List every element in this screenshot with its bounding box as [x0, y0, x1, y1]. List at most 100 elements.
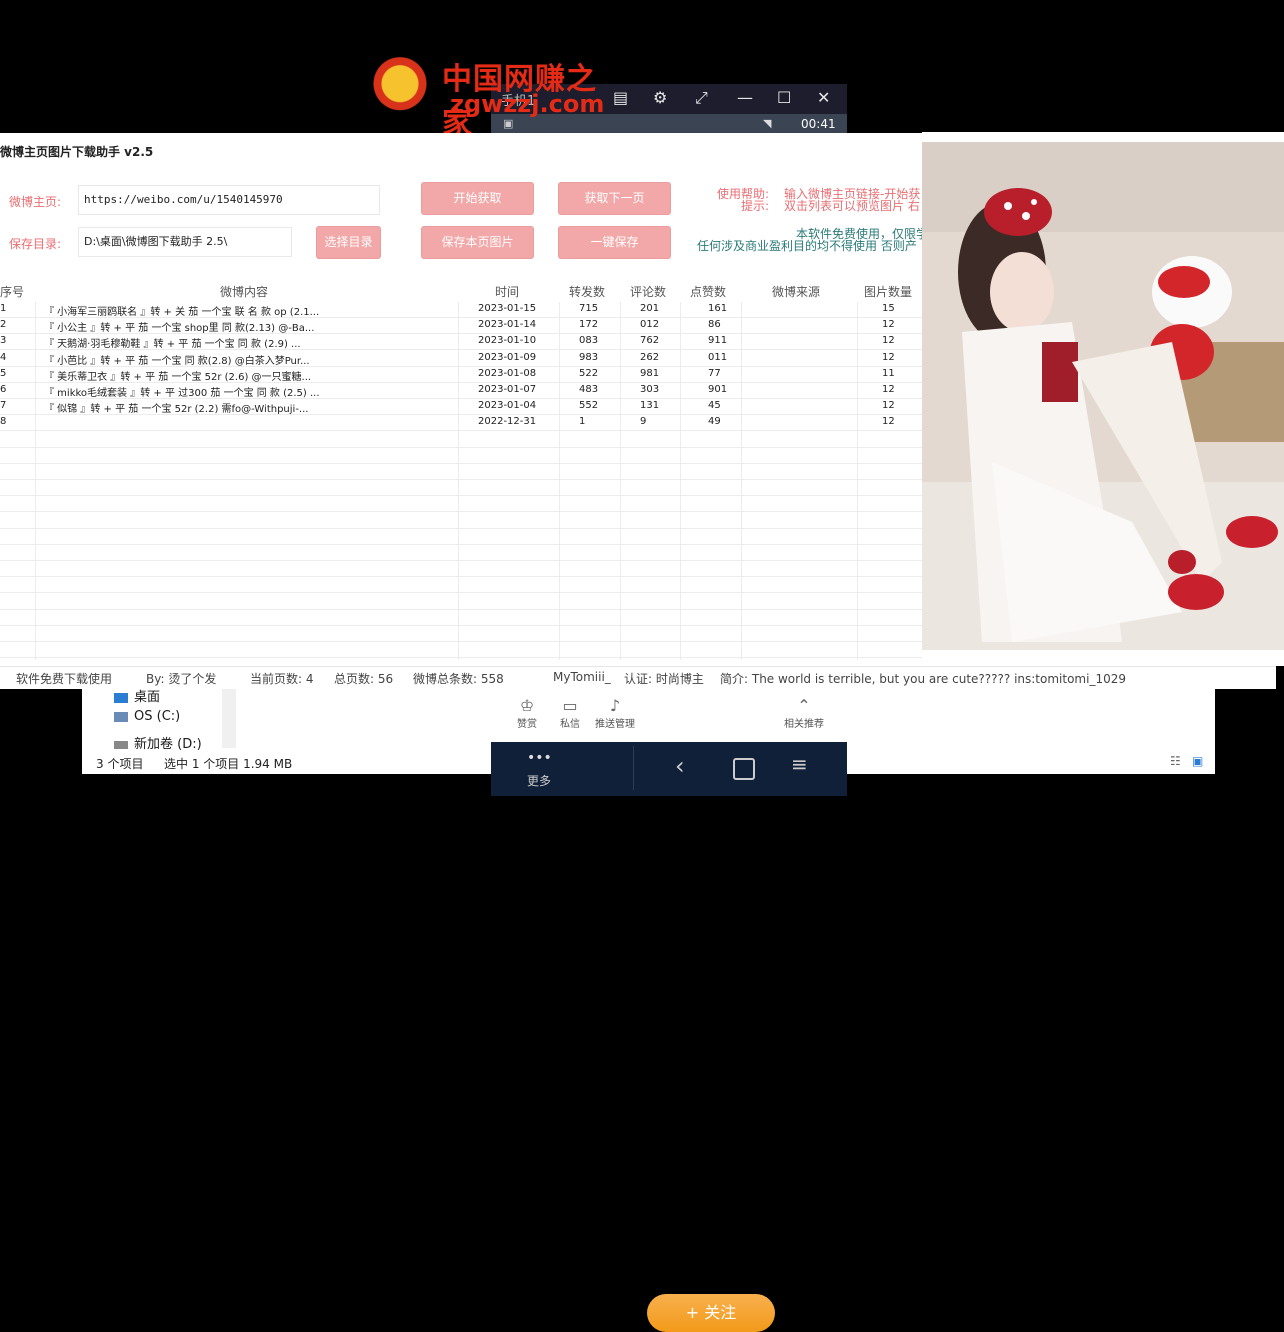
choose-dir-button[interactable]: 选择目录	[316, 226, 381, 259]
table-cell: 522	[579, 367, 599, 379]
downloader-app-window: 微博主页图片下载助手 v2.5 微博主页: https://weibo.com/…	[0, 133, 928, 666]
table-row[interactable]	[0, 642, 924, 659]
table-row[interactable]: 4 『 小芭比 』转 + 平 茄 一个宝 同 款(2.8) @白茶入梦Pur...…	[0, 351, 924, 367]
reward-button[interactable]: ♔ 赞赏	[507, 696, 547, 730]
table-row[interactable]	[0, 561, 924, 578]
status-verified: 认证: 时尚博主	[624, 672, 704, 686]
table-row[interactable]	[0, 513, 924, 529]
table-cell: 262	[640, 351, 660, 363]
drive-icon	[114, 711, 128, 722]
table-row[interactable]: 1 『 小海军三丽鸥联名 』转 + 关 茄 一个宝 联 名 款 op (2.1..…	[0, 302, 924, 318]
back-icon[interactable]: ‹	[675, 752, 685, 780]
status-total-posts: 微博总条数: 558	[413, 672, 504, 686]
table-cell: 161	[708, 303, 728, 314]
maximize-icon[interactable]: ☐	[777, 88, 791, 107]
phone-clock: 00:41	[801, 117, 836, 131]
status-author: By: 烫了个发	[146, 672, 217, 686]
table-cell: 2023-01-07	[478, 384, 537, 395]
app-title: 微博主页图片下载助手 v2.5	[0, 145, 154, 159]
save-page-images-button[interactable]: 保存本页图片	[421, 226, 534, 259]
table-cell: 2023-01-14	[478, 319, 537, 331]
tree-item-c-drive[interactable]: OS (C:)	[114, 709, 180, 724]
table-row[interactable]	[0, 626, 924, 642]
profile-action-bar: ♔ 赞赏 ▭ 私信 ♪ 推送管理 + 关注 ⌃ 相关推荐	[491, 684, 847, 1332]
table-row[interactable]	[0, 577, 924, 594]
table-cell: 911	[708, 335, 728, 347]
close-icon[interactable]: ✕	[817, 88, 830, 107]
preview-photo[interactable]	[922, 142, 1284, 650]
col-time[interactable]: 时间	[495, 283, 519, 300]
start-fetch-button[interactable]: 开始获取	[421, 182, 534, 215]
col-reposts[interactable]: 转发数	[569, 283, 605, 300]
col-comments[interactable]: 评论数	[630, 283, 666, 300]
push-icon: ♪	[609, 696, 621, 715]
table-cell: 49	[708, 416, 721, 428]
tip-label: 提示:	[741, 199, 770, 213]
table-cell: 981	[640, 367, 660, 379]
table-cell: 2023-01-10	[478, 335, 537, 347]
chat-icon[interactable]: ▤	[613, 88, 628, 107]
thumbnail-view-icon[interactable]: ▣	[1192, 754, 1203, 768]
more-label[interactable]: 更多	[527, 772, 551, 789]
table-row[interactable]: 3 『 天鹅湖·羽毛穆勒鞋 』转 + 平 茄 一个宝 同 款 (2.9) ... 2…	[0, 334, 924, 351]
table-cell: 『 mikko毛绒套装 』转 + 平 过300 茄 一个宝 同 款 (2.5) …	[44, 388, 320, 399]
table-row[interactable]	[0, 610, 924, 626]
col-source[interactable]: 微博来源	[772, 283, 820, 300]
col-image-count[interactable]: 图片数量	[864, 283, 912, 300]
more-dots-icon[interactable]: •••	[527, 750, 552, 766]
logo-url: zgwzzj.com	[450, 90, 605, 118]
table-cell: 083	[579, 335, 599, 347]
table-cell: 12	[882, 416, 895, 428]
table-row[interactable]	[0, 496, 924, 513]
table-row[interactable]	[0, 529, 924, 545]
table-row[interactable]	[0, 432, 924, 448]
homepage-input[interactable]: https://weibo.com/u/1540145970	[78, 185, 380, 215]
status-bio: 简介: The world is terrible, but you are c…	[720, 672, 1126, 686]
explorer-scrollbar[interactable]	[222, 686, 236, 748]
table-row[interactable]: 7 『 似锦 』转 + 平 茄 一个宝 52r (2.2) 需fo@-Withpu…	[0, 399, 924, 416]
status-user: MyTomiii_	[553, 670, 611, 684]
gear-icon[interactable]: ⚙	[653, 88, 667, 107]
explorer-nav-pane: 桌面 OS (C:) 新加卷 (D:)	[82, 680, 238, 754]
image-preview-panel[interactable]	[922, 132, 1284, 666]
follow-button[interactable]: + 关注	[647, 1294, 775, 1332]
col-divider	[680, 302, 681, 660]
table-row[interactable]	[0, 448, 924, 464]
col-content[interactable]: 微博内容	[220, 283, 268, 300]
table-row[interactable]: 2 『 小公主 』转 + 平 茄 一个宝 shop里 同 款(2.13) @-Ba…	[0, 318, 924, 335]
table-cell: 012	[640, 319, 660, 331]
table-cell: 483	[579, 384, 599, 395]
tree-item-d-drive[interactable]: 新加卷 (D:)	[114, 733, 202, 752]
details-view-icon[interactable]: ☷	[1170, 754, 1181, 768]
table-row[interactable]: 6 『 mikko毛绒套装 』转 + 平 过300 茄 一个宝 同 款 (2.5)…	[0, 383, 924, 399]
table-row[interactable]	[0, 545, 924, 561]
one-click-save-button[interactable]: 一键保存	[558, 226, 671, 259]
table-cell: 983	[579, 351, 599, 363]
table-cell: 715	[579, 303, 599, 314]
fetch-next-page-button[interactable]: 获取下一页	[558, 182, 671, 215]
menu-icon[interactable]: ≡	[791, 752, 808, 776]
col-index[interactable]: 序号	[0, 283, 24, 300]
home-icon[interactable]	[733, 758, 755, 780]
table-row[interactable]: 5 『 美乐蒂卫衣 』转 + 平 茄 一个宝 52r (2.6) @一只蜜糖...…	[0, 367, 924, 383]
minimize-icon[interactable]: —	[737, 88, 753, 107]
table-cell: 77	[708, 367, 721, 379]
related-button[interactable]: ⌃ 相关推荐	[781, 696, 827, 730]
table-cell: 7	[0, 400, 7, 412]
related-icon: ⌃	[797, 696, 811, 715]
table-row[interactable]: 8 2022-12-31 1 9 49 12	[0, 415, 924, 432]
push-manage-button[interactable]: ♪ 推送管理	[595, 696, 635, 730]
site-logo: 中国网赚之家 zgwzzj.com	[362, 52, 612, 141]
col-likes[interactable]: 点赞数	[690, 283, 726, 300]
table-cell: 2023-01-09	[478, 351, 537, 363]
dragon-coin-icon	[362, 54, 438, 120]
fullscreen-icon[interactable]: ⤢	[695, 88, 708, 108]
notice-commercial: 任何涉及商业盈利目的均不得使用 否则产	[697, 239, 917, 253]
table-row[interactable]	[0, 464, 924, 480]
savedir-input[interactable]: D:\桌面\微博图下载助手 2.5\	[78, 227, 292, 257]
table-cell: 45	[708, 400, 721, 412]
table-row[interactable]	[0, 594, 924, 610]
message-button[interactable]: ▭ 私信	[550, 696, 590, 730]
table-row[interactable]	[0, 480, 924, 497]
status-current-page: 当前页数: 4	[250, 672, 314, 686]
